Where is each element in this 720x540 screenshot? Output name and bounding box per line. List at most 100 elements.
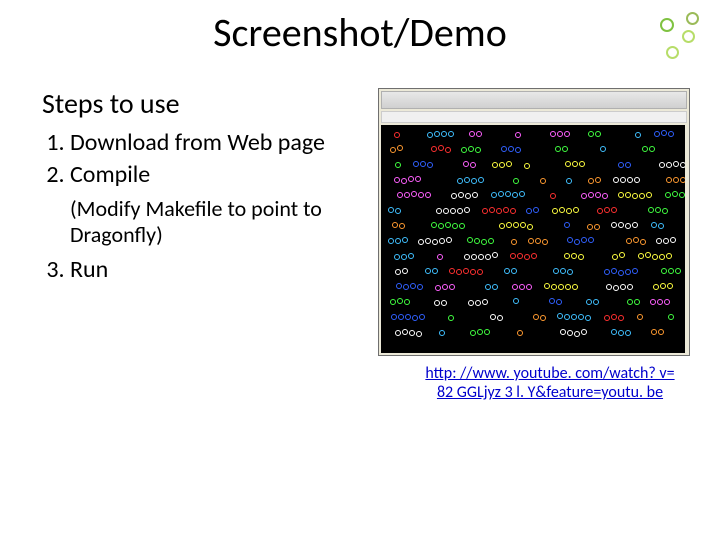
ring-icon (410, 283, 416, 289)
ring-icon (673, 177, 679, 183)
ring-icon (550, 131, 556, 137)
ring-icon (625, 192, 631, 198)
ring-icon (425, 268, 431, 274)
window-menubar (381, 111, 687, 123)
ring-icon (659, 162, 665, 168)
ring-icon (533, 314, 539, 320)
ring-icon (468, 146, 474, 152)
list-item: Download from Web page (70, 128, 352, 158)
ring-icon (451, 193, 457, 199)
ring-icon (551, 284, 557, 290)
ring-icon (662, 208, 668, 214)
ring-icon (519, 284, 525, 290)
ring-icon (395, 269, 401, 275)
ring-icon (620, 177, 626, 183)
ring-icon (506, 161, 512, 167)
link-text: http: //www. youtube. com/watch? v= (425, 364, 674, 383)
ring-icon (467, 237, 473, 243)
ring-icon (645, 252, 651, 258)
ring-icon (458, 192, 464, 198)
ring-icon (401, 178, 407, 184)
ring-icon (390, 147, 396, 153)
ring-icon (425, 192, 431, 198)
ring-icon (638, 253, 644, 259)
video-link-anchor[interactable]: http: //www. youtube. com/watch? v= 82 G… (425, 364, 674, 402)
ring-icon (611, 268, 617, 274)
ring-icon (464, 207, 470, 213)
ring-icon (390, 299, 396, 305)
ring-icon (673, 161, 679, 167)
ring-icon (653, 284, 659, 290)
ring-icon (474, 238, 480, 244)
ring-icon (618, 330, 624, 336)
ring-icon (632, 268, 638, 274)
ring-icon (408, 176, 414, 182)
ring-icon (588, 192, 594, 198)
ring-icon (511, 268, 517, 274)
ring-icon (567, 330, 573, 336)
ring-icon (672, 191, 678, 197)
ring-icon (465, 193, 471, 199)
ring-icon (419, 314, 425, 320)
ring-icon (564, 314, 570, 320)
ring-icon (527, 224, 533, 230)
ring-icon (618, 192, 624, 198)
ring-icon (526, 284, 532, 290)
ring-icon (395, 238, 401, 244)
ring-icon (409, 330, 415, 336)
ring-icon (405, 314, 411, 320)
ring-icon (666, 177, 672, 183)
video-link[interactable]: http: //www. youtube. com/watch? v= 82 G… (400, 364, 700, 402)
ring-icon (650, 299, 656, 305)
ring-icon (666, 162, 672, 168)
ring-icon (394, 254, 400, 260)
ring-icon (550, 193, 556, 199)
ring-icon (442, 284, 448, 290)
ring-icon (664, 299, 670, 305)
ring-icon (402, 329, 408, 335)
ring-icon (438, 145, 444, 151)
ring-icon (606, 284, 612, 290)
ring-icon (515, 132, 521, 138)
ring-icon (434, 131, 440, 137)
ring-icon (618, 315, 624, 321)
ring-icon (443, 208, 449, 214)
ring-icon (627, 284, 633, 290)
window-titlebar (381, 91, 687, 109)
ring-icon (661, 268, 667, 274)
slide-title: Screenshot/Demo (0, 8, 720, 57)
step-list: Download from Web page Compile (42, 128, 352, 190)
ring-icon (413, 161, 419, 167)
ring-icon (441, 131, 447, 137)
ring-icon (571, 253, 577, 259)
ring-icon (646, 192, 652, 198)
ring-icon (450, 208, 456, 214)
ring-icon (542, 239, 548, 245)
ring-icon (403, 284, 409, 290)
ring-icon (588, 131, 594, 137)
ring-icon (510, 208, 516, 214)
list-item: Compile (70, 160, 352, 190)
ring-icon (469, 131, 475, 137)
ring-icon (564, 131, 570, 137)
ring-icon (632, 193, 638, 199)
ring-icon (564, 222, 570, 228)
ring-icon (446, 237, 452, 243)
ring-icon (595, 177, 601, 183)
ring-icon (557, 313, 563, 319)
ring-icon (416, 331, 422, 337)
ring-icon (648, 207, 654, 213)
ring-icon (560, 268, 566, 274)
ring-icon (652, 254, 658, 260)
ring-icon (482, 208, 488, 214)
ring-icon (432, 239, 438, 245)
ring-icon (581, 329, 587, 335)
ring-icon (557, 131, 563, 137)
ring-icon (567, 237, 573, 243)
ring-icon (593, 299, 599, 305)
ring-icon (579, 161, 585, 167)
ring-icon (559, 207, 565, 213)
ring-icon (619, 252, 625, 258)
steps-column: Download from Web page Compile (Modify M… (42, 128, 352, 287)
ring-icon (618, 222, 624, 228)
